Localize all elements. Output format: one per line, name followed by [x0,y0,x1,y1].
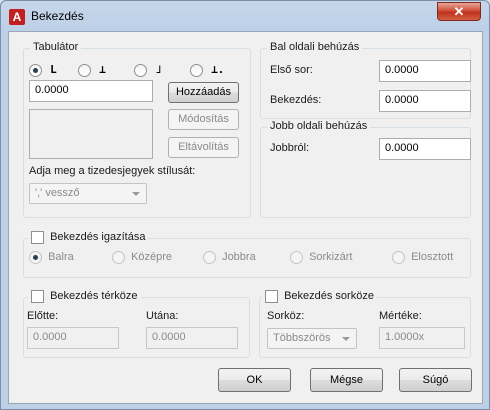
tab-type-right[interactable]: ˩ [134,63,162,77]
chevron-down-icon [342,337,350,341]
align-justify-label: Sorkizárt [309,251,353,264]
cancel-button[interactable]: Mégse [310,368,383,392]
paragraph-indent-label: Bekezdés: [270,94,322,106]
alignment-legend-label: Bekezdés igazítása [50,231,146,244]
remove-tab-button[interactable]: Eltávolítás [168,137,239,158]
align-right-option[interactable]: Jobbra [203,251,256,264]
align-distribute-option[interactable]: Elosztott [392,251,453,264]
spacing-after-label: Utána: [146,310,179,322]
tabulator-legend: Tabulátor [30,41,82,53]
first-line-input[interactable]: 0.0000 [379,60,471,82]
line-spacing-amount-input[interactable]: 1.0000x [379,327,465,349]
paragraph-indent-input[interactable]: 0.0000 [379,90,471,112]
align-justify-radio[interactable] [290,251,303,264]
align-right-label: Jobbra [222,251,256,264]
spacing-before-input[interactable]: 0.0000 [27,327,119,349]
paragraph-dialog: A Bekezdés ✕ Tabulátor L ⊥ ˩ ⊥. 0.0000 H… [0,0,490,410]
center-tab-icon: ⊥ [99,63,106,76]
left-indent-legend: Bal oldali behúzás [267,41,363,53]
line-spacing-legend: Bekezdés sorköze [262,290,377,303]
decimal-style-value: ',' vessző [35,187,80,199]
autocad-app-icon: A [9,9,25,25]
line-spacing-value: Többszörös [273,332,331,344]
add-tab-button[interactable]: Hozzáadás [168,82,239,103]
left-tab-icon: L [50,63,57,76]
tab-type-left[interactable]: L [29,63,57,77]
tab-list[interactable] [29,109,153,159]
line-spacing-legend-label: Bekezdés sorköze [284,290,374,303]
ok-button[interactable]: OK [218,368,291,392]
spacing-checkbox[interactable] [31,290,44,303]
tab-type-center[interactable]: ⊥ [78,63,106,77]
right-indent-label: Jobbról: [270,142,310,154]
spacing-legend-label: Bekezdés térköze [50,290,138,303]
tab-type-center-radio[interactable] [78,63,91,77]
tab-position-input[interactable]: 0.0000 [29,80,153,102]
align-left-option[interactable]: Balra [29,251,74,264]
right-indent-legend: Jobb oldali behúzás [267,120,371,132]
tab-type-left-radio[interactable] [29,63,42,77]
tab-type-right-radio[interactable] [134,63,147,77]
align-left-radio[interactable] [29,251,42,264]
decimal-style-select[interactable]: ',' vessző [29,183,147,204]
line-spacing-select[interactable]: Többszörös [267,328,357,349]
tab-type-decimal[interactable]: ⊥. [190,63,224,77]
spacing-after-input[interactable]: 0.0000 [146,327,238,349]
tab-type-decimal-radio[interactable] [190,63,203,77]
align-distribute-label: Elosztott [411,251,454,264]
align-justify-option[interactable]: Sorkizárt [290,251,352,264]
align-center-radio[interactable] [112,251,125,264]
alignment-checkbox[interactable] [31,231,44,244]
window-title: Bekezdés [31,9,84,23]
first-line-label: Első sor: [270,64,313,76]
decimal-style-label: Adja meg a tizedesjegyek stílusát: [29,165,196,177]
close-button[interactable]: ✕ [437,2,481,21]
help-button[interactable]: Súgó [399,368,472,392]
line-spacing-checkbox[interactable] [265,290,278,303]
alignment-legend: Bekezdés igazítása [28,231,149,244]
align-center-label: Középre [131,251,173,264]
align-right-radio[interactable] [203,251,216,264]
align-center-option[interactable]: Középre [112,251,172,264]
decimal-tab-icon: ⊥. [211,63,225,76]
spacing-before-label: Előtte: [27,310,59,322]
chevron-down-icon [132,192,140,196]
dialog-body: Tabulátor L ⊥ ˩ ⊥. 0.0000 Hozzáadás Módo… [8,31,483,404]
right-indent-input[interactable]: 0.0000 [379,138,471,160]
line-spacing-label: Sorköz: [267,310,305,322]
title-bar[interactable]: A Bekezdés ✕ [1,1,489,31]
spacing-legend: Bekezdés térköze [28,290,141,303]
modify-tab-button[interactable]: Módosítás [168,109,239,130]
line-spacing-amount-label: Mértéke: [379,310,422,322]
align-left-label: Balra [48,251,74,264]
right-tab-icon: ˩ [155,63,162,76]
align-distribute-radio[interactable] [392,251,405,264]
